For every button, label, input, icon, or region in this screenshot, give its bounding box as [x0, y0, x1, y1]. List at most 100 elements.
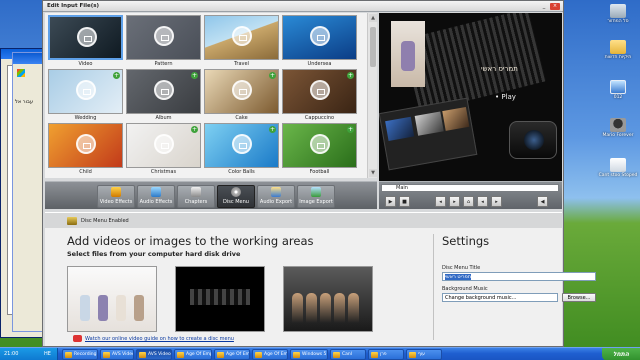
template-tile[interactable]: Travel [204, 15, 279, 68]
taskbar-item[interactable]: Age Of Empi [214, 349, 250, 360]
placeholder-camera-icon [154, 134, 174, 154]
taskbar: 21:00 HE RecordingAVS Video CoAVS Video … [0, 347, 640, 360]
placeholder-camera-icon [154, 26, 174, 46]
video-guide-icon[interactable] [73, 335, 82, 342]
preview-play-label[interactable]: • Play [495, 93, 516, 101]
figure [134, 295, 144, 321]
desktop-icon-cant-stop[interactable]: Cant stoo Stoped [596, 158, 640, 178]
template-thumbnail[interactable]: + [48, 69, 123, 114]
scroll-down-arrow-icon[interactable]: ▼ [369, 169, 377, 177]
minimize-button[interactable]: _ [539, 3, 549, 10]
template-tile[interactable]: Child [48, 123, 123, 176]
desktop-icon-recycle-bin[interactable]: סל המחזור [596, 4, 640, 24]
working-area-slot-1[interactable] [67, 266, 157, 332]
preview-thumb [442, 107, 470, 131]
template-tile[interactable]: + Cake [204, 69, 279, 122]
template-tile[interactable]: + Cappuccino [282, 69, 357, 122]
system-tray: 21:00 HE [0, 348, 58, 360]
template-tile[interactable]: + Christmas [126, 123, 201, 176]
stop-button[interactable]: ■ [399, 196, 410, 207]
template-thumbnail[interactable]: + [204, 123, 279, 168]
desktop-icon-012[interactable]: 012 [596, 80, 640, 100]
download-plus-icon[interactable]: + [347, 126, 354, 133]
previous-button[interactable]: ◂ [435, 196, 446, 207]
browse-button[interactable]: Browse... [562, 293, 596, 302]
template-thumbnail[interactable]: + [282, 123, 357, 168]
preview-menu-title[interactable]: תמריס ראשי [481, 65, 518, 73]
download-plus-icon[interactable]: + [191, 72, 198, 79]
template-tile[interactable]: Undersea [282, 15, 357, 68]
taskbar-item[interactable]: עוף [406, 349, 442, 360]
download-plus-icon[interactable]: + [269, 72, 276, 79]
template-thumbnail[interactable]: + [126, 69, 201, 114]
template-label: Football [309, 169, 330, 175]
download-plus-icon[interactable]: + [347, 72, 354, 79]
desktop-icon-mario[interactable]: Mario Forever [596, 118, 640, 138]
template-thumbnail[interactable]: + [282, 69, 357, 114]
disc-menu-button[interactable]: Disc Menu [217, 185, 255, 208]
template-thumbnail[interactable]: + [204, 69, 279, 114]
scroll-thumb[interactable] [370, 27, 376, 67]
game-icon [610, 118, 626, 132]
audio-effects-button[interactable]: Audio Effects [137, 185, 175, 208]
start-button[interactable]: התחל [602, 348, 640, 360]
taskbar-item[interactable]: Age Of Empi [174, 349, 212, 360]
audio-export-button[interactable]: Audio Export [257, 185, 295, 208]
scroll-up-arrow-icon[interactable]: ▲ [369, 14, 377, 22]
person [320, 293, 331, 323]
recycle-bin-icon [610, 4, 626, 18]
template-thumbnail[interactable] [48, 15, 123, 60]
template-tile[interactable]: Video [48, 15, 123, 68]
menu-select[interactable]: Main [381, 184, 559, 192]
taskbar-item[interactable]: פרן [368, 349, 404, 360]
window-titlebar[interactable]: Edit Input File(s) _ × [43, 1, 563, 12]
disc-menu-title-input[interactable]: תפריט ראשי [442, 272, 596, 281]
close-button[interactable]: × [550, 3, 560, 10]
gallery-scrollbar[interactable]: ▲ ▼ [367, 13, 377, 178]
template-tile[interactable]: + Football [282, 123, 357, 176]
template-thumbnail[interactable] [204, 15, 279, 60]
working-area-slot-3[interactable] [283, 266, 373, 332]
template-thumbnail[interactable] [282, 15, 357, 60]
template-label: Wedding [74, 115, 97, 121]
template-thumbnail[interactable] [48, 123, 123, 168]
taskbar-item[interactable]: Windows 5 [290, 349, 328, 360]
video-guide-link[interactable]: Watch our online video guide on how to c… [85, 336, 234, 342]
video-effects-button[interactable]: Video Effects [97, 185, 135, 208]
template-label: Color Balls [228, 169, 255, 175]
download-plus-icon[interactable]: + [191, 126, 198, 133]
template-label: Pattern [154, 61, 173, 67]
disc-menu-enabled-checkbox[interactable] [67, 217, 77, 225]
working-area: Add videos or images to the working area… [45, 228, 596, 346]
taskbar-item[interactable]: AVS Video Co [100, 349, 134, 360]
working-area-slot-2[interactable] [175, 266, 265, 332]
template-tile[interactable]: + Color Balls [204, 123, 279, 176]
template-tile[interactable]: Pattern [126, 15, 201, 68]
template-thumbnail[interactable] [126, 15, 201, 60]
language-indicator[interactable]: HE [44, 351, 51, 357]
taskbar-item[interactable]: Recording [62, 349, 98, 360]
next-button[interactable]: ▸ [449, 196, 460, 207]
desktop-icon-folder[interactable]: תיקיות חדשות [596, 40, 640, 60]
download-plus-icon[interactable]: + [269, 126, 276, 133]
image-export-button[interactable]: Image Export [297, 185, 335, 208]
background-music-label: Background Music [442, 286, 488, 292]
background-music-input[interactable]: Change background music... [442, 293, 558, 302]
home-button[interactable]: ⌂ [463, 196, 474, 207]
placeholder-camera-icon [310, 80, 330, 100]
volume-icon[interactable]: ◀ [537, 196, 548, 207]
template-tile[interactable]: + Wedding [48, 69, 123, 122]
back-button[interactable]: ◂ [477, 196, 488, 207]
template-tile[interactable]: + Album [126, 69, 201, 122]
taskbar-item[interactable]: AVS Video Co [136, 349, 172, 360]
download-plus-icon[interactable]: + [113, 72, 120, 79]
chapters-button[interactable]: Chapters [177, 185, 215, 208]
forward-button[interactable]: ▸ [491, 196, 502, 207]
taskbar-item[interactable]: Age Of Empi [252, 349, 288, 360]
play-button[interactable]: ▶ [385, 196, 396, 207]
disc-menu-enabled-label: Disc Menu Enabled [81, 218, 129, 224]
taskbar-item[interactable]: Canl [330, 349, 366, 360]
camcorder-icon [509, 121, 557, 159]
template-thumbnail[interactable]: + [126, 123, 201, 168]
clock[interactable]: 21:00 [4, 351, 18, 357]
